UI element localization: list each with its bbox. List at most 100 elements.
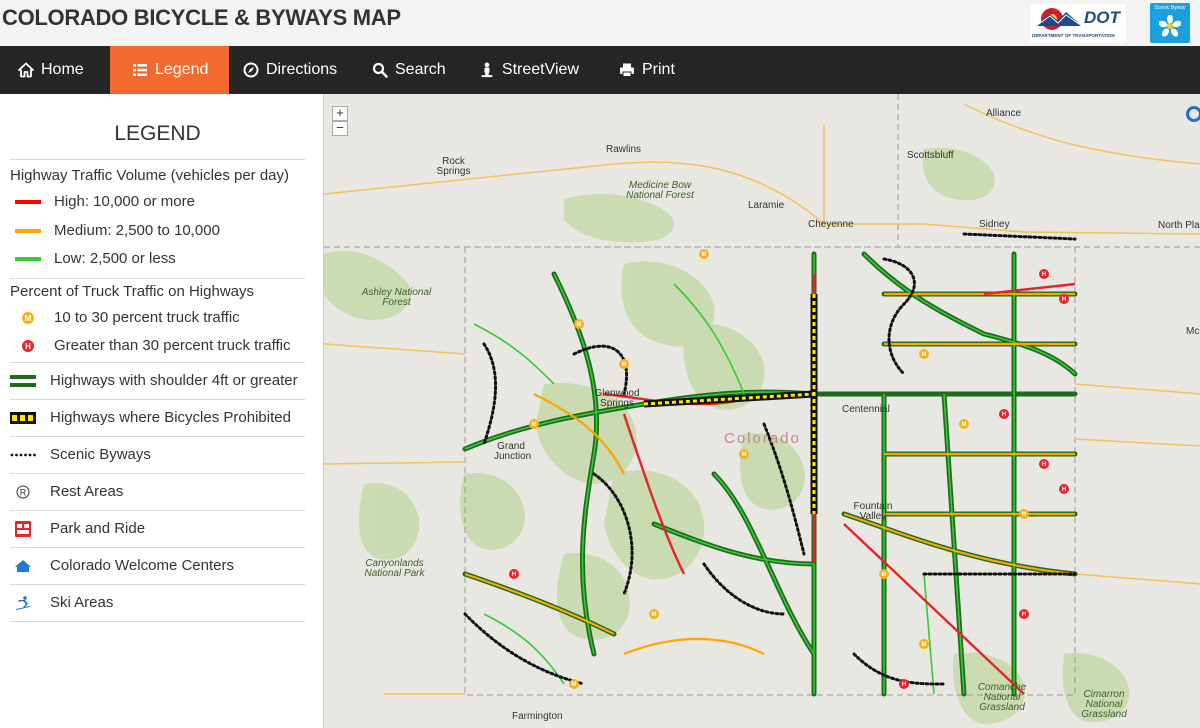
cdot-logo-text: DOT [1084, 8, 1120, 27]
nav-legend[interactable]: Legend [110, 46, 229, 94]
legend-item-shoulder: Highways with shoulder 4ft or greater [10, 362, 305, 399]
svg-text:M: M [882, 572, 887, 578]
cdot-logo[interactable]: DOT DEPARTMENT OF TRANSPORTATION [1030, 4, 1126, 42]
svg-text:M: M [702, 252, 707, 258]
place-label: Canyonlands National Park [364, 558, 425, 579]
svg-text:M: M [922, 642, 927, 648]
park-and-ride-icon [10, 521, 36, 537]
svg-text:H: H [512, 572, 516, 578]
legend-item-low-volume: Low: 2,500 or less [10, 244, 305, 273]
nav-print[interactable]: Print [609, 46, 689, 94]
map-basemap: M M M M M M M M M M M M H H H H H H H H [324, 94, 1200, 728]
pegman-icon [481, 62, 493, 78]
rest-area-icon: R [10, 484, 36, 500]
place-label: Cimarron National Grassland [1081, 689, 1127, 720]
welcome-center-icon [10, 558, 36, 574]
legend-item-medium-volume: Medium: 2,500 to 10,000 [10, 216, 305, 245]
legend-label: Low: 2,500 or less [54, 250, 176, 267]
map-canvas[interactable]: M M M M M M M M M M M M H H H H H H H H … [323, 94, 1200, 728]
place-label: Grand Junction [494, 441, 532, 462]
nav-directions-label: Directions [266, 61, 338, 78]
svg-text:M: M [1022, 512, 1027, 518]
nav-print-label: Print [642, 61, 675, 78]
skier-icon [10, 595, 36, 611]
main-navbar: Home Legend Directions Search StreetView… [0, 46, 1200, 94]
shoulder-line-icon [10, 373, 36, 389]
legend-divider [10, 159, 305, 160]
nav-streetview-label: StreetView [501, 61, 579, 78]
home-icon [18, 62, 34, 78]
svg-text:H: H [25, 342, 31, 351]
place-label: Sidney [979, 219, 1010, 230]
prohibited-line-icon [10, 410, 36, 426]
svg-text:H: H [902, 682, 906, 688]
orange-line-swatch [14, 223, 42, 239]
legend-item-medium-truck: M 10 to 30 percent truck traffic [10, 303, 305, 332]
place-label: Medicine Bow National Forest [626, 180, 694, 201]
nav-legend-label: Legend [155, 61, 209, 78]
search-icon [372, 62, 388, 78]
svg-text:M: M [577, 322, 582, 328]
legend-label: 10 to 30 percent truck traffic [54, 309, 240, 326]
byway-logo-text: Scenic Byway [1154, 5, 1186, 11]
nav-search-label: Search [395, 61, 446, 78]
legend-item-scenic-byways: Scenic Byways [10, 436, 305, 473]
legend-title: LEGEND [114, 122, 201, 145]
svg-text:M: M [25, 314, 32, 323]
place-label: Rock Springs [436, 156, 471, 177]
svg-text:M: M [622, 362, 627, 368]
legend-item-prohibited: Highways where Bicycles Prohibited [10, 399, 305, 436]
svg-text:H: H [1042, 462, 1046, 468]
compass-icon [243, 62, 259, 78]
print-icon [620, 63, 634, 77]
svg-text:H: H [1062, 487, 1066, 493]
svg-text:H: H [1062, 297, 1066, 303]
locate-icon[interactable] [1186, 106, 1200, 122]
zoom-in-button[interactable]: + [332, 106, 348, 121]
legend-item-park-and-ride: Park and Ride [10, 510, 305, 547]
m-marker-icon: M [14, 310, 42, 326]
place-label: Rawlins [606, 144, 642, 155]
legend-label: Park and Ride [50, 520, 146, 537]
svg-text:H: H [1022, 612, 1026, 618]
app-header: COLORADO BICYCLE & BYWAYS MAP DOT DEPART… [0, 0, 1200, 46]
nav-streetview[interactable]: StreetView [469, 46, 589, 94]
place-label: McCook [1186, 326, 1200, 337]
list-icon [133, 64, 147, 76]
place-label: Centennial [842, 404, 890, 415]
legend-label: Greater than 30 percent truck traffic [54, 337, 291, 354]
legend-item-welcome-centers: Colorado Welcome Centers [10, 547, 305, 584]
place-label: North Platte [1158, 220, 1200, 231]
legend-label: Highways with shoulder 4ft or greater [50, 372, 298, 389]
place-label: Scottsbluff [907, 150, 954, 161]
nav-directions[interactable]: Directions [233, 46, 348, 94]
legend-divider [10, 278, 305, 279]
nav-home[interactable]: Home [8, 46, 108, 94]
green-line-swatch [14, 251, 42, 267]
legend-label: High: 10,000 or more [54, 193, 195, 210]
zoom-out-button[interactable]: − [332, 121, 348, 136]
traffic-volume-heading: Highway Traffic Volume (vehicles per day… [10, 167, 290, 184]
svg-text:R: R [20, 488, 27, 498]
legend-label: Highways where Bicycles Prohibited [50, 409, 291, 426]
legend-label: Ski Areas [50, 594, 114, 611]
nav-search[interactable]: Search [362, 46, 457, 94]
place-label: Ashley National Forest [361, 287, 432, 308]
place-label: Fountain Valley [853, 501, 893, 522]
svg-text:H: H [1002, 412, 1006, 418]
app-title: COLORADO BICYCLE & BYWAYS MAP [2, 5, 401, 30]
legend-item-ski-areas: Ski Areas [10, 584, 305, 622]
legend-item-high-truck: H Greater than 30 percent truck traffic [10, 331, 305, 360]
cdot-logo-subtitle: DEPARTMENT OF TRANSPORTATION [1032, 33, 1115, 38]
svg-text:H: H [1042, 272, 1046, 278]
scenic-byway-logo[interactable]: Scenic Byway [1150, 3, 1190, 43]
svg-text:M: M [532, 422, 537, 428]
legend-item-rest-areas: R Rest Areas [10, 473, 305, 510]
dotted-line-icon [10, 447, 36, 463]
place-label: Cheyenne [808, 219, 854, 230]
h-marker-icon: H [14, 338, 42, 354]
legend-label: Medium: 2,500 to 10,000 [54, 222, 220, 239]
state-label: Colorado [724, 430, 801, 447]
place-label: Alliance [986, 108, 1022, 119]
legend-panel: LEGEND Highway Traffic Volume (vehicles … [0, 94, 323, 728]
